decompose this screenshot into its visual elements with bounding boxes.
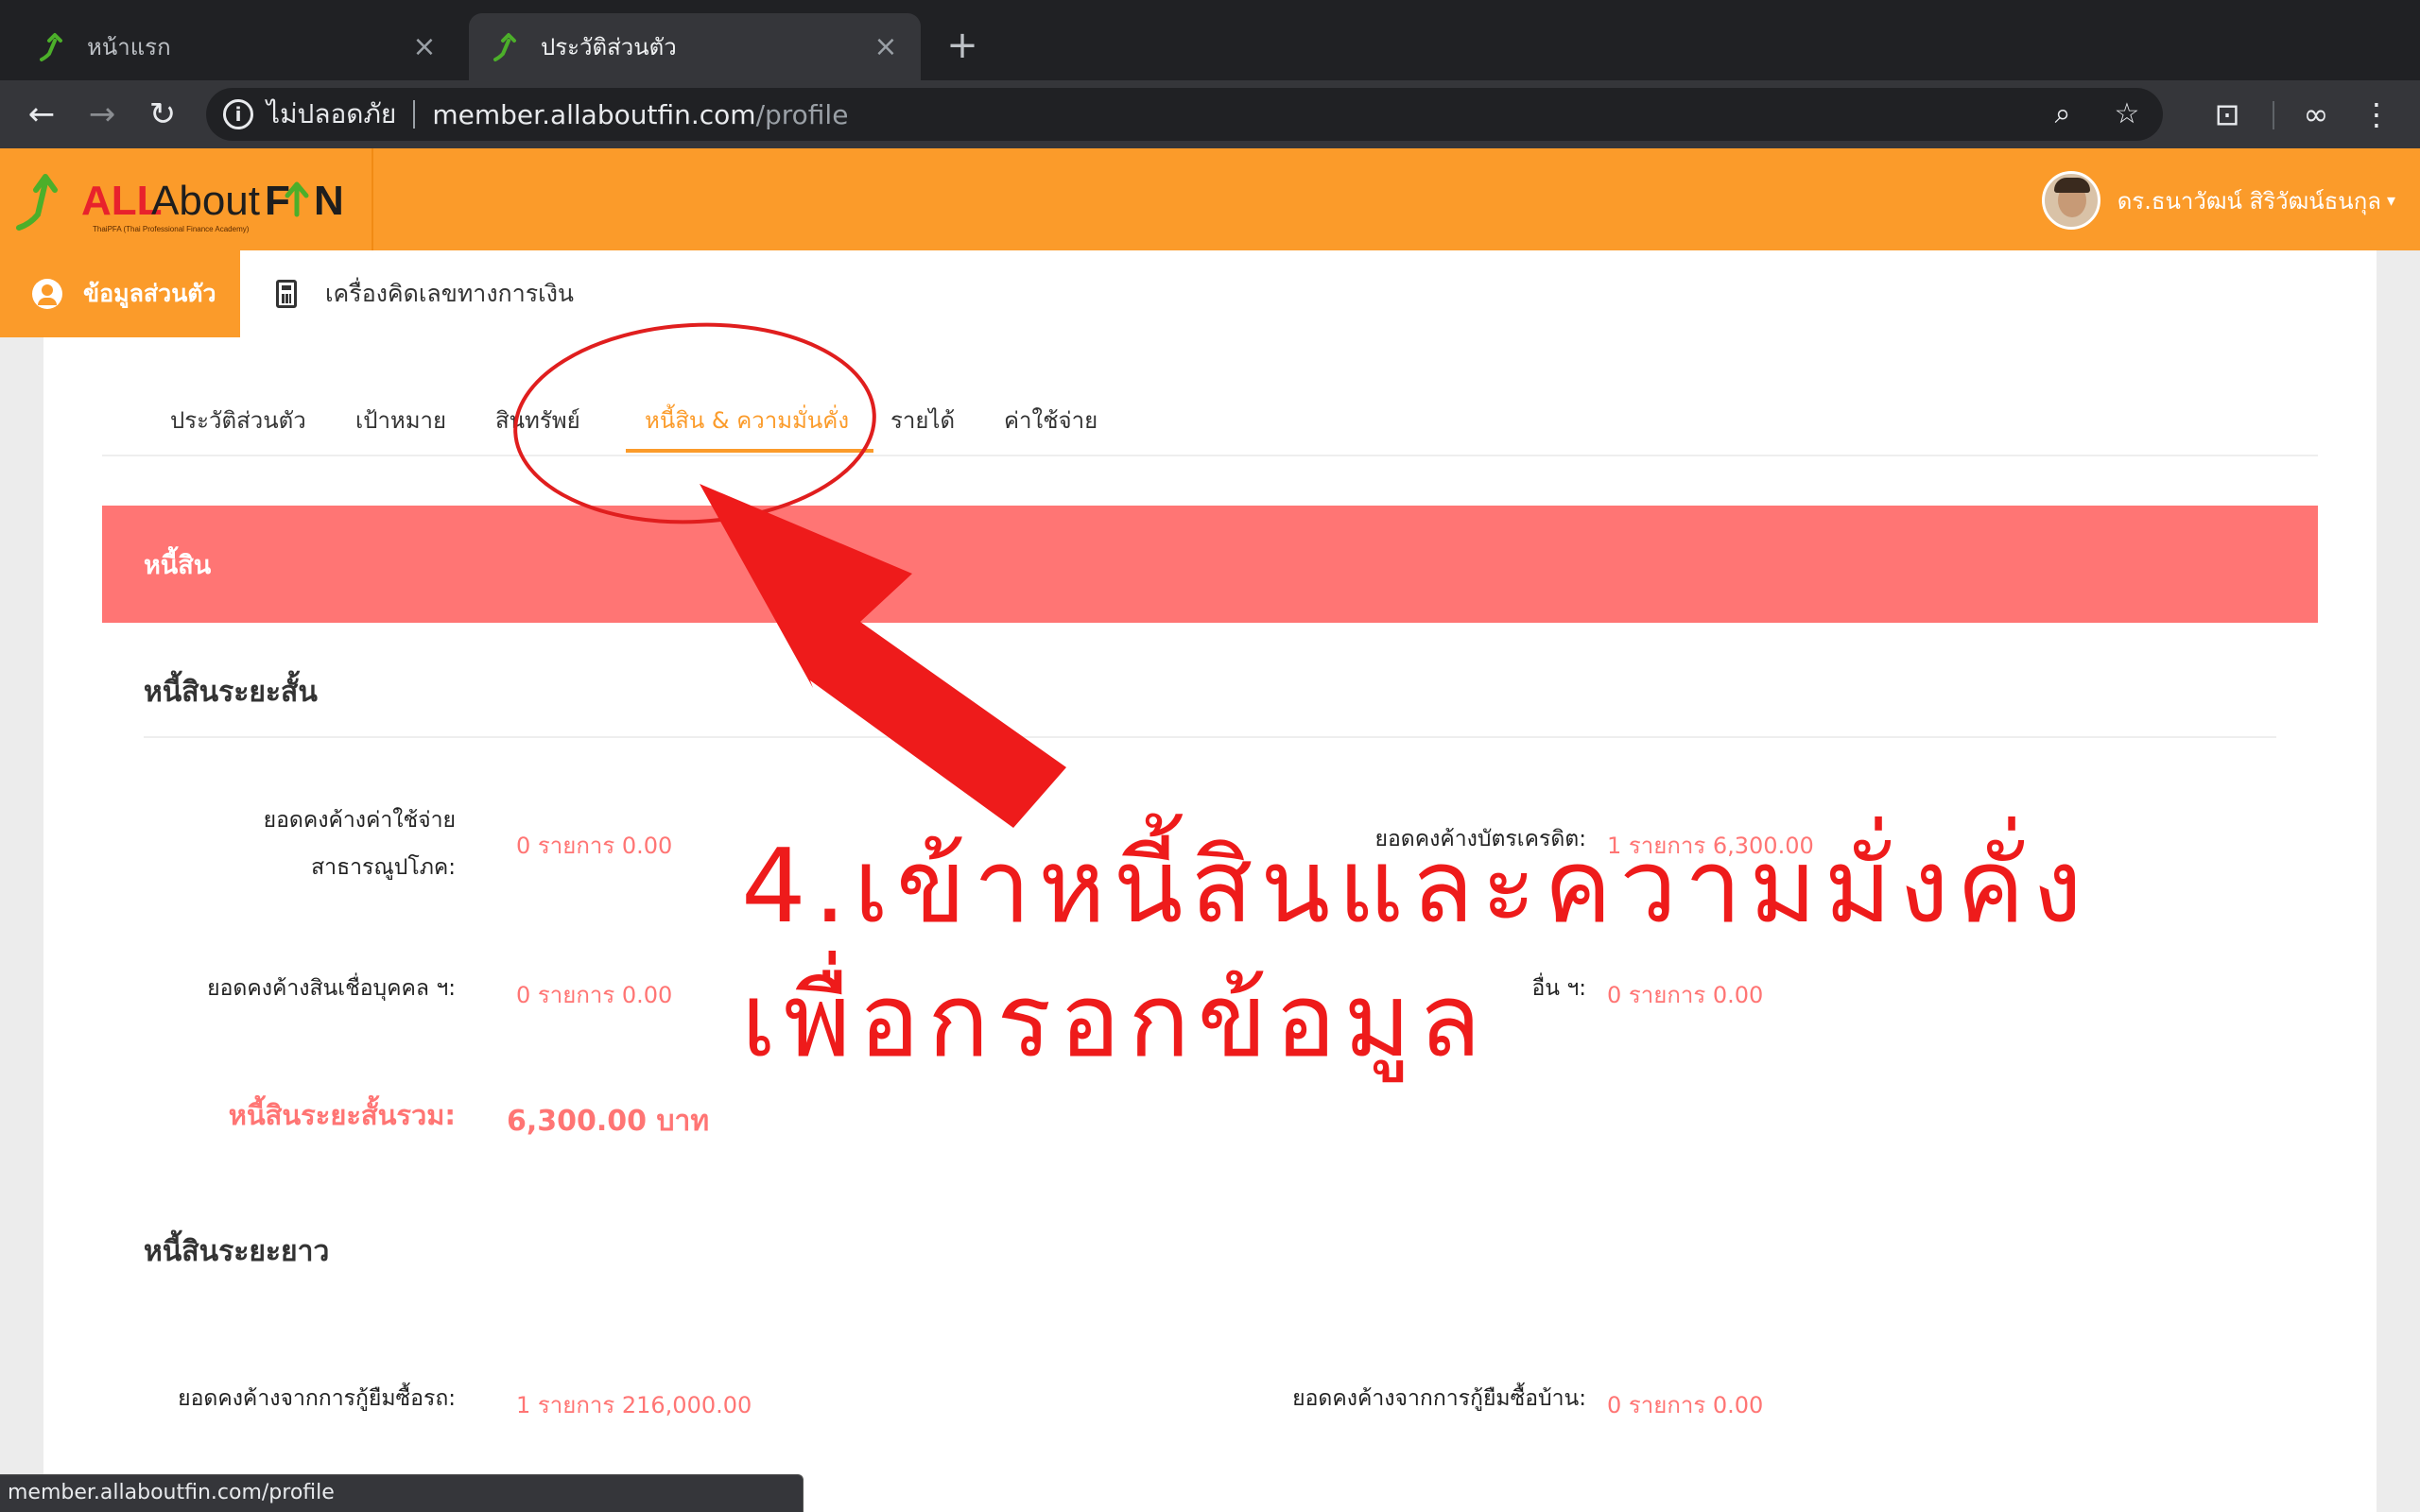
close-tab-icon[interactable]: × xyxy=(410,30,439,63)
annotation-line-2: เพื่อกรอกข้อมูล xyxy=(741,962,1489,1080)
browser-tab-bar: หน้าแรก × ประวัติส่วนตัว × + xyxy=(0,0,2420,80)
svg-text:ThaiPFA (Thai Professional Fin: ThaiPFA (Thai Professional Finance Acade… xyxy=(93,225,250,233)
security-status[interactable]: ไม่ปลอดภัย xyxy=(267,94,396,135)
url-path: /profile xyxy=(755,98,849,130)
section-divider xyxy=(144,736,2276,738)
bookmark-star-icon[interactable]: ☆ xyxy=(2108,95,2146,133)
url-host: member.allaboutfin.com xyxy=(432,98,756,130)
browser-tab-home[interactable]: หน้าแรก × xyxy=(15,13,459,80)
short-term-debt-title: หนี้สินระยะสั้น xyxy=(144,676,318,709)
house-loan-label: ยอดคงค้างจากการกู้ยืมซื้อบ้าน: xyxy=(1292,1386,1586,1411)
personal-loan-value: 0 รายการ 0.00 xyxy=(516,982,673,1008)
utilities-value: 0 รายการ 0.00 xyxy=(516,833,673,859)
svg-text:About: About xyxy=(151,178,260,224)
incognito-icon[interactable]: ∞ xyxy=(2295,94,2337,135)
browser-tab-title: ประวัติส่วนตัว xyxy=(541,34,677,60)
new-tab-button[interactable]: + xyxy=(942,23,983,70)
site-favicon-icon xyxy=(40,32,62,61)
house-loan-value: 0 รายการ 0.00 xyxy=(1607,1392,1764,1418)
user-circle-icon xyxy=(32,279,62,309)
tab-personal-history[interactable]: ประวัติส่วนตัว xyxy=(170,402,306,438)
browser-tab-profile[interactable]: ประวัติส่วนตัว × xyxy=(469,13,921,80)
annotation-text: 4.เข้าหนี้สินและความมั่งคั่ง เพื่อกรอกข้… xyxy=(741,820,2090,1089)
forward-arrow-icon[interactable]: → xyxy=(81,94,123,135)
close-tab-icon[interactable]: × xyxy=(872,30,900,63)
svg-text:F: F xyxy=(265,178,290,224)
back-arrow-icon[interactable]: ← xyxy=(21,94,62,135)
tab-assets[interactable]: สินทรัพย์ xyxy=(495,402,580,438)
annotation-line-1: 4.เข้าหนี้สินและความมั่งคั่ง xyxy=(741,828,2090,946)
zoom-icon[interactable]: ⌕ xyxy=(2044,95,2082,133)
personal-loan-label: ยอดคงค้างสินเชื่อบุคคล ฯ: xyxy=(207,976,456,1001)
long-term-debt-title: หนี้สินระยะยาว xyxy=(144,1235,330,1268)
avatar[interactable] xyxy=(2041,171,2100,230)
caret-down-icon[interactable]: ▾ xyxy=(2387,191,2395,211)
site-header: ALL About F N ThaiPFA (Thai Professional… xyxy=(0,148,2420,250)
utilities-label: ยอดคงค้างค่าใช้จ่าย สาธารณูปโภค: xyxy=(263,808,456,880)
browser-toolbar: ← → ↻ i ไม่ปลอดภัย member.allaboutfin.co… xyxy=(0,80,2420,148)
subnav-item-label: ข้อมูลส่วนตัว xyxy=(83,280,216,307)
address-divider xyxy=(413,100,416,129)
subnav-item-label: เครื่องคิดเลขทางการเงิน xyxy=(325,280,575,307)
browser-status-bar: member.allaboutfin.com/profile xyxy=(0,1474,804,1512)
tab-debt-wealth[interactable]: หนี้สิน & ความมั่นคั่ง xyxy=(645,402,849,438)
car-loan-value: 1 รายการ 216,000.00 xyxy=(516,1392,752,1418)
active-tab-indicator xyxy=(626,449,873,453)
toolbar-divider xyxy=(2273,101,2274,129)
car-loan-label: ยอดคงค้างจากการกู้ยืมซื้อรถ: xyxy=(178,1386,456,1411)
site-favicon-icon xyxy=(493,32,516,61)
svg-text:N: N xyxy=(314,178,344,224)
browser-menu-icon[interactable]: ⋮ xyxy=(2356,94,2397,135)
tab-expenses[interactable]: ค่าใช้จ่าย xyxy=(1004,402,1098,438)
sub-navigation: ข้อมูลส่วนตัว เครื่องคิดเลขทางการเงิน xyxy=(0,250,2377,337)
tab-income[interactable]: รายได้ xyxy=(890,402,955,438)
short-term-total-value: 6,300.00 บาท xyxy=(507,1105,710,1138)
header-divider xyxy=(372,148,373,250)
debt-section-banner: หนี้สิน xyxy=(102,506,2318,623)
page-gutter xyxy=(2377,250,2420,1512)
user-name[interactable]: ดร.ธนาวัฒน์ สิริวัฒน์ธนกุล xyxy=(2118,182,2381,219)
calculator-icon xyxy=(276,280,297,308)
browser-tab-title: หน้าแรก xyxy=(87,34,171,60)
short-term-total-label: หนี้สินระยะสั้นรวม: xyxy=(228,1099,456,1131)
subnav-item-calculator[interactable]: เครื่องคิดเลขทางการเงิน xyxy=(276,250,574,337)
debt-banner-title: หนี้สิน xyxy=(144,550,212,580)
subnav-item-personal-info[interactable]: ข้อมูลส่วนตัว xyxy=(0,250,240,337)
allaboutfin-logo[interactable]: ALL About F N ThaiPFA (Thai Professional… xyxy=(13,167,369,235)
svg-text:ALL: ALL xyxy=(81,178,163,224)
tab-goals[interactable]: เป้าหมาย xyxy=(355,402,446,438)
info-icon[interactable]: i xyxy=(223,99,253,129)
extension-icon[interactable]: ⊡ xyxy=(2206,94,2248,135)
user-menu[interactable]: ดร.ธนาวัฒน์ สิริวัฒน์ธนกุล ▾ xyxy=(2041,171,2395,230)
address-bar[interactable]: i ไม่ปลอดภัย member.allaboutfin.com/prof… xyxy=(206,88,2163,141)
reload-icon[interactable]: ↻ xyxy=(142,94,183,135)
profile-tabs: ประวัติส่วนตัว เป้าหมาย สินทรัพย์ หนี้สิ… xyxy=(102,337,2318,456)
